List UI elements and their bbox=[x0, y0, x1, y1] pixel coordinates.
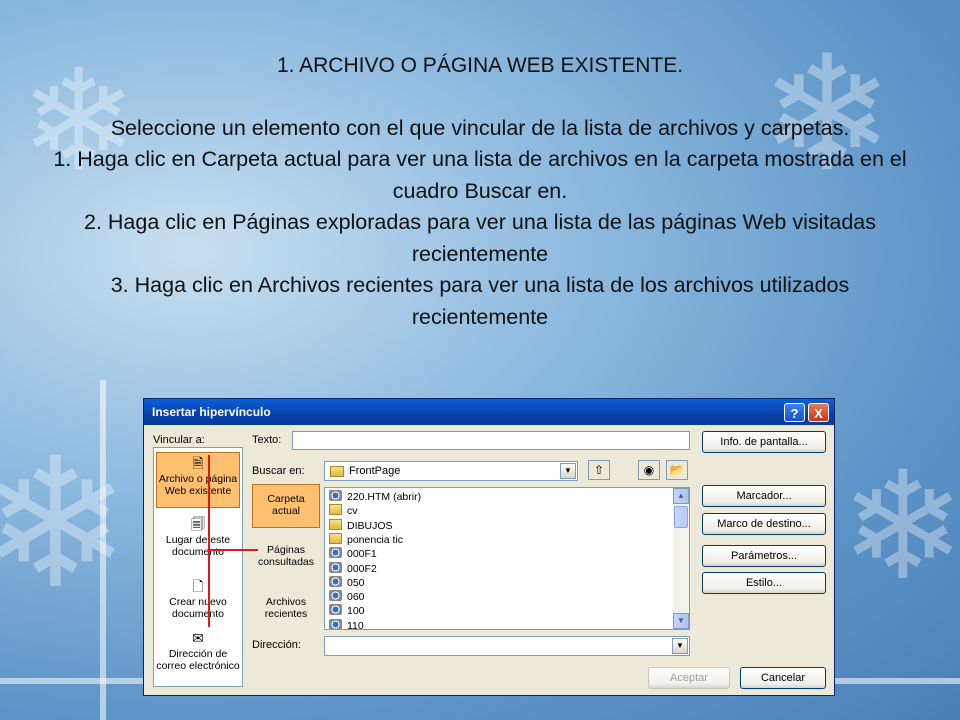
slide-line: 2. Haga clic en Páginas exploradas para … bbox=[84, 210, 876, 266]
chevron-down-icon[interactable]: ▼ bbox=[672, 638, 688, 654]
help-button[interactable]: ? bbox=[784, 403, 805, 422]
place-existing-file[interactable]: 🗎 Archivo o página Web existente bbox=[156, 452, 240, 508]
place-in-document[interactable]: 🗐 Lugar de este documento bbox=[156, 514, 240, 558]
existing-file-icon: 🗎 bbox=[192, 456, 204, 472]
snowflake-decoration: ❄ bbox=[0, 420, 131, 629]
snowflake-decoration: ❄ bbox=[840, 440, 960, 614]
cancel-button[interactable]: Cancelar bbox=[740, 667, 826, 689]
web-page-icon bbox=[329, 618, 342, 629]
web-page-icon bbox=[329, 604, 342, 616]
browse-web-icon[interactable]: ◉ bbox=[638, 460, 660, 480]
scroll-up-icon[interactable]: ▲ bbox=[673, 488, 689, 504]
scroll-down-icon[interactable]: ▼ bbox=[673, 613, 689, 629]
file-name: 000F2 bbox=[347, 562, 377, 575]
look-in-select[interactable]: FrontPage ▼ bbox=[324, 461, 578, 481]
web-page-icon bbox=[329, 590, 342, 602]
places-bar: 🗎 Archivo o página Web existente 🗐 Lugar… bbox=[153, 447, 243, 687]
file-name: 060 bbox=[347, 591, 365, 604]
parameters-button[interactable]: Parámetros... bbox=[702, 545, 826, 567]
file-name: ponencia tic bbox=[347, 533, 404, 546]
up-folder-icon[interactable]: ⇧ bbox=[588, 460, 610, 480]
current-folder-button[interactable]: Carpeta actual bbox=[252, 484, 320, 528]
file-list-item[interactable]: 220.HTM (abrir) bbox=[329, 490, 421, 504]
place-new-document[interactable]: 🗋 Crear nuevo documento bbox=[156, 576, 240, 620]
file-list-item[interactable]: 100 bbox=[329, 604, 365, 618]
file-list-item[interactable]: 060 bbox=[329, 590, 365, 604]
bookmark-button[interactable]: Marcador... bbox=[702, 485, 826, 507]
file-name: cv bbox=[347, 505, 358, 518]
file-name: 050 bbox=[347, 576, 365, 589]
web-page-icon bbox=[329, 561, 342, 573]
recent-files-button[interactable]: Archivos recientes bbox=[252, 596, 320, 624]
screen-tip-button[interactable]: Info. de pantalla... bbox=[702, 431, 826, 453]
slide-heading: 1. ARCHIVO O PÁGINA WEB EXISTENTE. bbox=[276, 54, 684, 77]
place-label: Crear nuevo documento bbox=[169, 596, 227, 620]
annotation-line bbox=[208, 549, 258, 551]
place-label: Lugar de este documento bbox=[165, 534, 231, 558]
text-label: Texto: bbox=[252, 434, 282, 446]
annotation-line bbox=[208, 455, 210, 627]
look-in-label: Buscar en: bbox=[252, 465, 305, 477]
web-page-icon bbox=[329, 490, 342, 501]
web-page-icon bbox=[329, 547, 342, 559]
file-name: DIBUJOS bbox=[347, 519, 393, 532]
slide-text: 1. ARCHIVO O PÁGINA WEB EXISTENTE. Selec… bbox=[40, 50, 920, 333]
style-button[interactable]: Estilo... bbox=[702, 572, 826, 594]
folder-icon bbox=[329, 518, 342, 530]
web-page-icon bbox=[329, 575, 342, 587]
browse-file-icon[interactable]: 📂 bbox=[666, 460, 688, 480]
file-list[interactable]: 220.HTM (abrir) cv DIBUJOS ponencia tic 000F… bbox=[324, 487, 690, 630]
file-list-item[interactable]: 050 bbox=[329, 575, 365, 590]
file-list-item[interactable]: 000F2 bbox=[329, 561, 377, 576]
file-list-item[interactable]: cv bbox=[329, 504, 358, 518]
slide-line: Seleccione un elemento con el que vincul… bbox=[110, 115, 850, 140]
file-name: 100 bbox=[347, 605, 365, 618]
chevron-down-icon[interactable]: ▼ bbox=[560, 463, 576, 479]
place-in-document-icon: 🗐 bbox=[191, 517, 205, 533]
file-list-item[interactable]: DIBUJOS bbox=[329, 518, 393, 533]
file-name: 110 bbox=[347, 619, 364, 630]
slide-line: 1. Haga clic en Carpeta actual para ver … bbox=[53, 147, 907, 203]
close-button[interactable]: X bbox=[808, 403, 829, 422]
folder-icon bbox=[330, 466, 344, 477]
browsed-pages-button[interactable]: Páginas consultadas bbox=[252, 544, 320, 572]
look-in-value: FrontPage bbox=[349, 465, 401, 477]
place-label: Archivo o página Web existente bbox=[158, 473, 238, 497]
file-name: 000F1 bbox=[347, 548, 377, 561]
dialog-titlebar[interactable]: Insertar hipervínculo ? X bbox=[144, 399, 834, 425]
file-list-item[interactable]: 110 bbox=[329, 618, 364, 630]
new-document-icon: 🗋 bbox=[192, 579, 204, 595]
file-name: 220.HTM (abrir) bbox=[347, 491, 422, 503]
target-frame-button[interactable]: Marco de destino... bbox=[702, 513, 826, 535]
scroll-thumb[interactable] bbox=[674, 506, 688, 528]
folder-icon bbox=[329, 532, 342, 544]
text-input[interactable] bbox=[292, 431, 690, 450]
file-list-item[interactable]: ponencia tic bbox=[329, 532, 404, 547]
background-bar bbox=[100, 380, 106, 720]
slide-line: 3. Haga clic en Archivos recientes para … bbox=[110, 273, 850, 329]
dialog-title: Insertar hipervínculo bbox=[152, 405, 271, 419]
place-label: Dirección de correo electrónico bbox=[156, 648, 240, 672]
folder-icon bbox=[329, 504, 342, 516]
vertical-scrollbar[interactable]: ▲ ▼ bbox=[673, 488, 689, 629]
file-list-item[interactable]: 000F1 bbox=[329, 547, 377, 561]
insert-hyperlink-dialog: Insertar hipervínculo ? X Vincular a: Te… bbox=[143, 398, 835, 696]
email-icon: ✉ bbox=[192, 631, 204, 647]
address-input[interactable]: ▼ bbox=[324, 636, 690, 656]
sub-options: Carpeta actual Páginas consultadas Archi… bbox=[252, 484, 320, 634]
address-label: Dirección: bbox=[252, 639, 301, 651]
place-email-address[interactable]: ✉ Dirección de correo electrónico bbox=[156, 628, 240, 684]
link-to-label: Vincular a: bbox=[153, 434, 205, 446]
ok-button[interactable]: Aceptar bbox=[648, 667, 730, 689]
